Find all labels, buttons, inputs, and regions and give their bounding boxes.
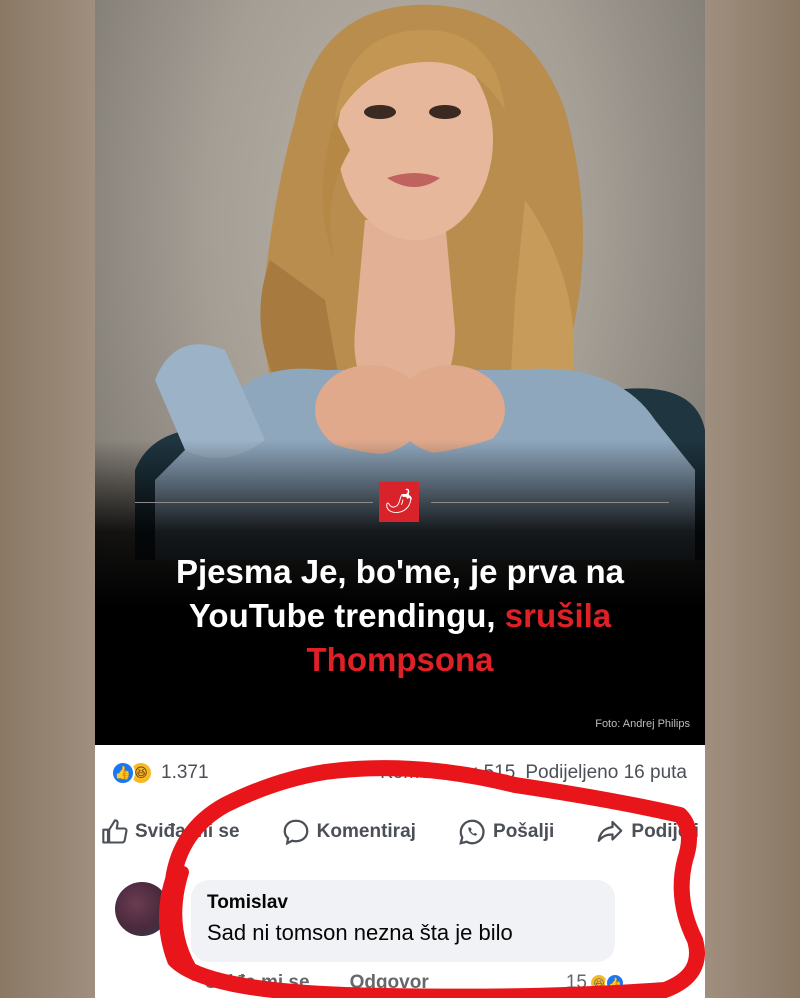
like-reaction-icon: 👍 (111, 761, 135, 785)
comment-meta: Sviđa mi se Odgovor 15 😆 👍 (205, 972, 625, 994)
comment-reply-link[interactable]: Odgovor (350, 972, 429, 994)
like-reaction-icon: 👍 (605, 973, 625, 993)
comment-bubble-icon (283, 819, 309, 846)
whatsapp-icon (459, 819, 485, 845)
comment-reactions[interactable]: 15 😆 👍 (566, 972, 625, 994)
comment-count[interactable]: Komentara: 515 (380, 762, 515, 784)
send-button[interactable]: Pošalji (457, 817, 554, 847)
post-headline: Pjesma Je, bo'me, je prva na YouTube tre… (115, 550, 685, 682)
share-arrow-icon (598, 820, 623, 842)
post-image[interactable]: 🌶 Pjesma Je, bo'me, je prva na YouTube t… (95, 0, 705, 745)
avatar[interactable] (115, 882, 169, 936)
comment-item: Tomislav Sad ni tomson nezna šta je bilo… (95, 872, 705, 998)
photo-credit: Foto: Andrej Philips (595, 718, 690, 730)
like-button-label: Sviđa mi se (135, 821, 240, 842)
comment-button[interactable]: Komentiraj (281, 817, 416, 847)
facebook-post-card: 🌶 Pjesma Je, bo'me, je prva na YouTube t… (95, 0, 705, 998)
divider-line (135, 502, 373, 503)
comment-button-label: Komentiraj (316, 821, 416, 842)
comment-bubble: Tomislav Sad ni tomson nezna šta je bilo (191, 880, 615, 962)
divider-line (431, 502, 669, 503)
post-action-bar: Sviđa mi se Komentiraj Pošalji Podijeli (95, 808, 705, 856)
comment-reaction-count: 15 (565, 972, 587, 993)
post-stats-bar: 👍 😆 1.371 Komentara: 515 Podijeljeno 16 … (95, 748, 705, 798)
thumbs-up-icon (102, 819, 128, 844)
send-button-label: Pošalji (493, 821, 555, 842)
share-button[interactable]: Podijeli (595, 817, 699, 847)
share-count[interactable]: Podijeljeno 16 puta (525, 762, 687, 784)
reaction-count[interactable]: 1.371 (161, 762, 209, 784)
chili-pepper-icon: 🌶 (379, 482, 419, 522)
comment-text: Sad ni tomson nezna šta je bilo (207, 920, 513, 945)
comment-author[interactable]: Tomislav (207, 892, 599, 914)
like-button[interactable]: Sviđa mi se (101, 818, 240, 846)
share-button-label: Podijeli (631, 821, 699, 842)
reaction-icons[interactable]: 👍 😆 (111, 761, 153, 785)
comment-like-link[interactable]: Sviđa mi se (205, 972, 310, 994)
